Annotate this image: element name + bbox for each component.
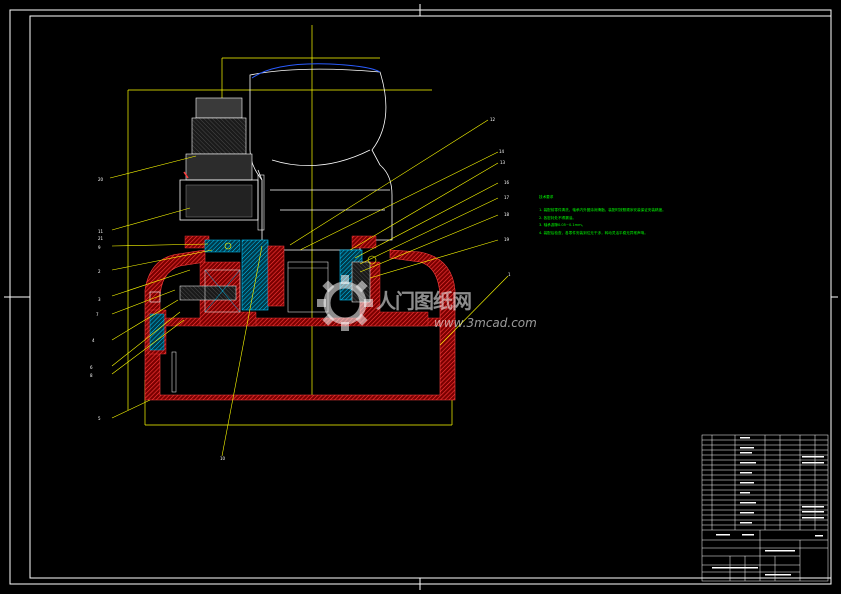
callout-21: 21 xyxy=(98,236,104,241)
callout-7: 7 xyxy=(96,312,99,317)
technical-note-line: 4. 装配后检查，各零件安装到位无干涉，转动灵活平稳无异常声响。 xyxy=(539,231,648,235)
callout-12: 12 xyxy=(490,117,496,122)
callout-2: 2 xyxy=(98,269,101,274)
callout-9: 9 xyxy=(98,245,101,250)
callout-18: 18 xyxy=(504,212,510,217)
callout-19: 19 xyxy=(504,237,510,242)
center-lines xyxy=(127,25,453,426)
technical-note-line: 2. 各密封处不得漏油。 xyxy=(539,216,576,220)
callout-16: 16 xyxy=(504,180,510,185)
callout-8: 8 xyxy=(90,373,93,378)
callout-11: 11 xyxy=(98,229,104,234)
watermark-site: www.3mcad.com xyxy=(434,316,537,330)
callout-4: 4 xyxy=(92,338,95,343)
watermark: 人门图纸网 www.3mcad.com xyxy=(318,270,537,336)
technical-notes-heading: 技术要求 xyxy=(539,195,554,199)
callout-13: 13 xyxy=(500,160,506,165)
motor-assembly xyxy=(249,68,393,251)
callout-3: 3 xyxy=(98,297,101,302)
callout-17: 17 xyxy=(504,195,510,200)
callout-6: 6 xyxy=(90,365,93,370)
technical-note-line: 1. 装配前零件清洗，轴承内外圈涂润滑脂，装配时按照顺序安装保证安装精度。 xyxy=(539,208,666,212)
watermark-brand: 人门图纸网 xyxy=(376,289,472,313)
technical-notes: 技术要求 1. 装配前零件清洗，轴承内外圈涂润滑脂，装配时按照顺序安装保证安装精… xyxy=(539,195,739,245)
callout-10: 10 xyxy=(220,456,226,461)
technical-note-line: 3. 轴承游隙0.05~0.1mm。 xyxy=(539,223,586,227)
top-motor-block xyxy=(179,97,265,231)
title-block-text-marks xyxy=(712,437,824,576)
callout-14: 14 xyxy=(499,149,505,154)
callout-20: 20 xyxy=(98,177,104,182)
callout-5: 5 xyxy=(98,416,101,421)
